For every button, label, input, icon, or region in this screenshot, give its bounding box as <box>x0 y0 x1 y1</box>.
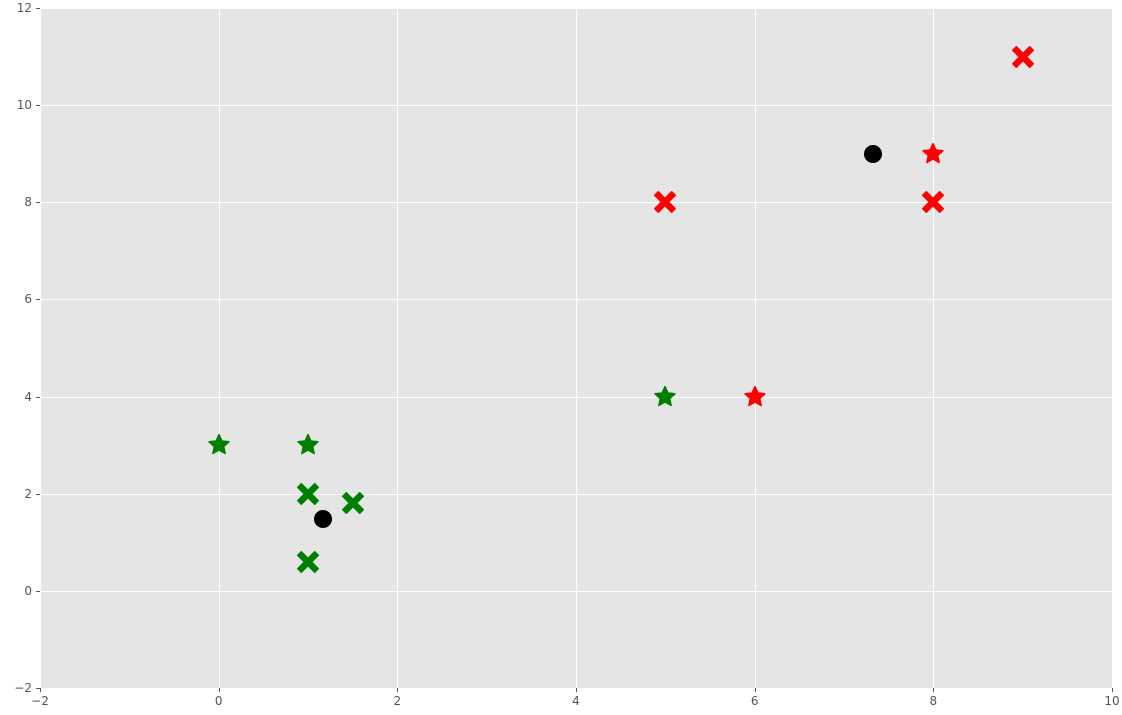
data-point-cluster-b-star <box>922 143 944 165</box>
grid-line-vertical <box>933 8 934 688</box>
grid-line-horizontal <box>40 591 1112 592</box>
grid-line-horizontal <box>40 397 1112 398</box>
y-tick-mark <box>36 494 40 495</box>
data-point-cluster-a-star <box>297 434 319 456</box>
y-tick-mark <box>36 591 40 592</box>
y-tick-label: 12 <box>12 1 32 15</box>
data-point-centroids <box>862 143 884 165</box>
y-tick-mark <box>36 688 40 689</box>
grid-line-horizontal <box>40 8 1112 9</box>
figure: −2 0 2 4 6 8 10 −2 0 2 4 6 8 10 12 <box>0 0 1122 715</box>
data-point-cluster-a-star <box>208 434 230 456</box>
data-point-cluster-a-x <box>342 492 364 514</box>
y-tick-label: −2 <box>12 681 32 695</box>
y-tick-label: 2 <box>12 487 32 501</box>
y-tick-mark <box>36 8 40 9</box>
y-tick-label: 8 <box>12 195 32 209</box>
grid-line-vertical <box>1112 8 1113 688</box>
x-tick-label: 6 <box>751 694 759 708</box>
y-tick-mark <box>36 299 40 300</box>
x-tick-mark <box>1112 688 1113 692</box>
x-tick-mark <box>576 688 577 692</box>
data-point-cluster-a-x <box>297 483 319 505</box>
grid-line-vertical <box>397 8 398 688</box>
plot-area <box>40 8 1112 688</box>
x-tick-label: 4 <box>572 694 580 708</box>
y-tick-label: 4 <box>12 390 32 404</box>
y-tick-label: 0 <box>12 584 32 598</box>
x-tick-mark <box>755 688 756 692</box>
x-tick-mark <box>397 688 398 692</box>
data-point-cluster-a-x <box>297 551 319 573</box>
x-tick-mark <box>933 688 934 692</box>
grid-line-vertical <box>219 8 220 688</box>
data-point-centroids <box>312 508 334 530</box>
grid-line-vertical <box>40 8 41 688</box>
x-tick-mark <box>219 688 220 692</box>
data-point-cluster-b-x <box>1012 46 1034 68</box>
grid-line-vertical <box>576 8 577 688</box>
y-tick-mark <box>36 202 40 203</box>
y-tick-mark <box>36 105 40 106</box>
x-tick-label: −2 <box>31 694 49 708</box>
x-tick-mark <box>40 688 41 692</box>
grid-line-horizontal <box>40 494 1112 495</box>
grid-line-horizontal <box>40 202 1112 203</box>
x-tick-label: 0 <box>215 694 223 708</box>
grid-line-horizontal <box>40 299 1112 300</box>
x-tick-label: 8 <box>930 694 938 708</box>
data-point-cluster-b-x <box>922 191 944 213</box>
y-tick-label: 10 <box>12 98 32 112</box>
grid-line-horizontal <box>40 105 1112 106</box>
grid-line-vertical <box>755 8 756 688</box>
data-point-cluster-a-star <box>654 386 676 408</box>
data-point-cluster-b-x <box>654 191 676 213</box>
x-tick-label: 2 <box>394 694 402 708</box>
y-tick-label: 6 <box>12 292 32 306</box>
x-tick-label: 10 <box>1104 694 1119 708</box>
data-point-cluster-b-star <box>744 386 766 408</box>
y-tick-mark <box>36 397 40 398</box>
